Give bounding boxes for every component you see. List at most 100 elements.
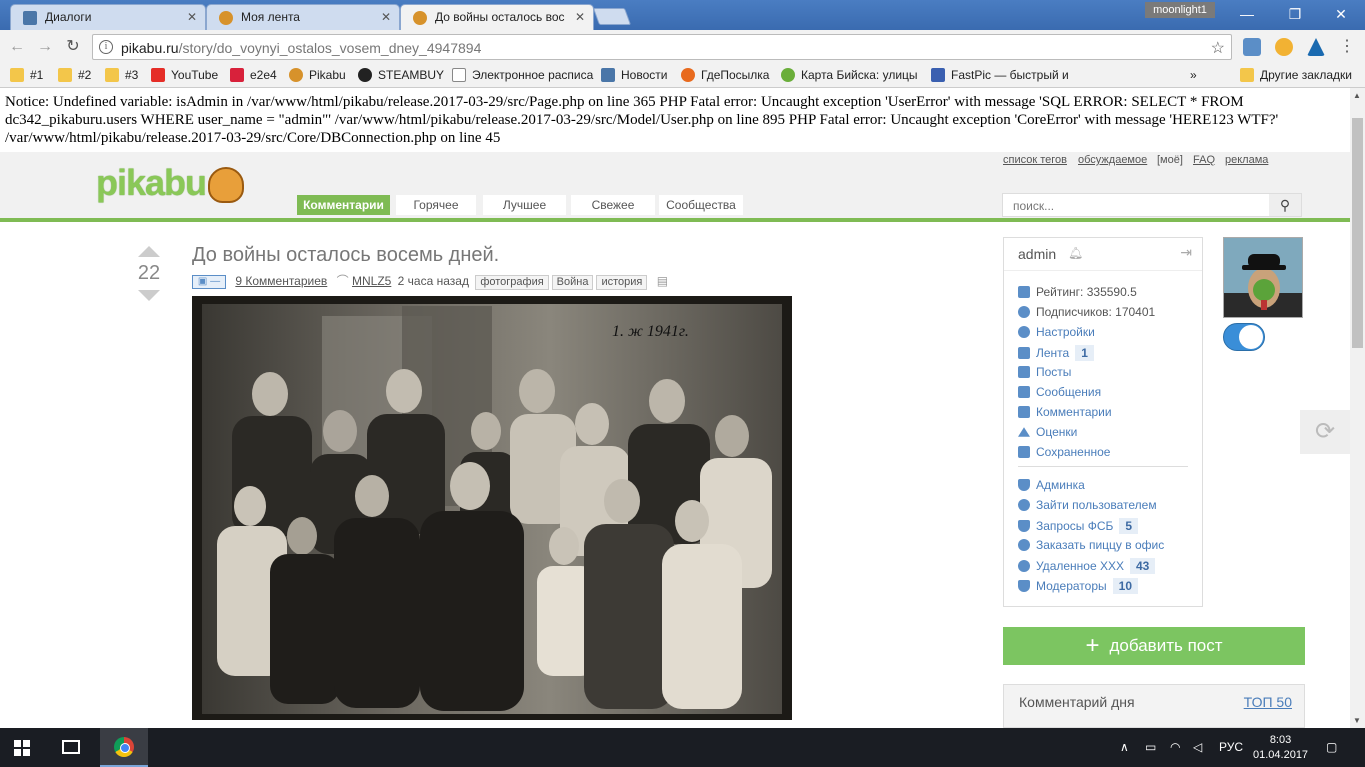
youtube-icon (151, 68, 165, 82)
tag-history[interactable]: история (596, 275, 648, 290)
task-view-icon[interactable] (62, 740, 80, 754)
volume-icon[interactable]: ◁ (1193, 740, 1202, 754)
bookmark-folder-3[interactable]: #3 (105, 68, 138, 86)
page-scrollbar[interactable]: ▲ ▼ (1350, 88, 1365, 728)
bookmark-pikabu[interactable]: Pikabu (289, 68, 346, 86)
avatar[interactable] (1223, 237, 1303, 318)
bookmarks-more-button[interactable]: » (1190, 68, 1197, 86)
link-admin[interactable]: Админка (1018, 478, 1085, 494)
notifications-icon[interactable]: ▢ (1326, 740, 1337, 754)
weather-extension-icon[interactable] (1275, 38, 1293, 56)
bookmark-youtube[interactable]: YouTube (151, 68, 218, 86)
bookmark-fastpic[interactable]: FastPic — быстрый и (931, 68, 1069, 86)
bookmark-folder-1[interactable]: #1 (10, 68, 43, 86)
tag-photo[interactable]: фотография (475, 275, 549, 290)
scroll-up-icon[interactable]: ▲ (1353, 91, 1361, 100)
clock[interactable]: 8:03 01.04.2017 (1253, 733, 1308, 763)
reload-icon[interactable]: ↻ (62, 36, 84, 58)
new-tab-button[interactable] (592, 8, 632, 25)
link-mine[interactable]: [моё] (1157, 154, 1183, 166)
tab-dialogi[interactable]: Диалоги ✕ (10, 4, 206, 30)
username[interactable]: admin (1018, 246, 1056, 262)
tab-moya-lenta[interactable]: Моя лента ✕ (206, 4, 400, 30)
avatar-image (1224, 238, 1302, 317)
profile-badge[interactable]: moonlight1 (1145, 2, 1215, 18)
link-comments[interactable]: Комментарии (1018, 405, 1112, 421)
author-icon: ⌒ (336, 274, 349, 288)
link-ads[interactable]: реклама (1225, 154, 1268, 166)
windows-start-icon[interactable] (14, 740, 30, 756)
mode-toggle[interactable] (1223, 323, 1265, 351)
close-icon[interactable]: ✕ (381, 10, 391, 24)
link-feed[interactable]: Лента 1 (1018, 345, 1094, 361)
top50-link[interactable]: ТОП 50 (1244, 694, 1292, 710)
address-bar[interactable]: i pikabu.ru/story/do_voynyi_ostalos_vose… (92, 34, 1232, 60)
site-logo[interactable]: pikabu (96, 162, 245, 204)
logout-icon[interactable]: ⇥ (1180, 244, 1192, 261)
bookmark-news[interactable]: Новости (601, 68, 667, 86)
link-settings[interactable]: Настройки (1018, 325, 1095, 341)
tab-communities[interactable]: Сообщества (659, 195, 743, 215)
extension-icon[interactable] (1307, 38, 1325, 56)
menu-icon[interactable]: ⋮ (1336, 36, 1358, 58)
forward-icon[interactable]: → (34, 36, 56, 58)
link-faq[interactable]: FAQ (1193, 154, 1215, 166)
bookmark-star-icon[interactable]: ☆ (1211, 38, 1225, 58)
back-icon[interactable]: ← (6, 36, 28, 58)
link-fsb-requests[interactable]: Запросы ФСБ 5 (1018, 518, 1139, 534)
link-deleted-xxx[interactable]: Удаленное XXX 43 (1018, 558, 1156, 574)
link-moderators[interactable]: Модераторы 10 (1018, 578, 1138, 594)
bookmark-map[interactable]: Карта Бийска: улицы (781, 68, 918, 86)
comments-link[interactable]: 9 Комментариев (235, 274, 327, 288)
mail-extension-icon[interactable] (1243, 38, 1261, 56)
bell-icon[interactable]: 🔔︎ (1068, 246, 1083, 260)
search-icon[interactable]: ⚲ (1269, 194, 1301, 216)
tab-comments[interactable]: Комментарии (297, 195, 390, 215)
tab-fresh[interactable]: Свежее (571, 195, 655, 215)
language-indicator[interactable]: РУС (1219, 740, 1243, 754)
window-close-icon[interactable]: ✕ (1326, 4, 1356, 24)
scrollbar-thumb[interactable] (1352, 118, 1363, 348)
shield-icon (1018, 580, 1030, 592)
link-order-pizza[interactable]: Заказать пиццу в офис (1018, 538, 1164, 554)
link-discussed[interactable]: обсуждаемое (1078, 154, 1147, 166)
scroll-down-icon[interactable]: ▼ (1353, 716, 1361, 725)
link-login-as-user[interactable]: Зайти пользователем (1018, 498, 1157, 514)
info-icon[interactable]: i (99, 40, 113, 54)
bookmark-e2e4[interactable]: e2e4 (230, 68, 277, 86)
plus-icon: + (1085, 632, 1100, 659)
tab-current-post[interactable]: До войны осталось вос ✕ (400, 4, 594, 31)
tray-expand-icon[interactable]: ∧ (1120, 740, 1129, 754)
photo-camera-icon: ▣ — (192, 274, 226, 289)
close-icon[interactable]: ✕ (187, 10, 197, 24)
author-link[interactable]: MNLZ5 (352, 274, 391, 288)
link-tags-list[interactable]: список тегов (1003, 154, 1067, 166)
link-ratings[interactable]: Оценки (1018, 425, 1077, 441)
other-bookmarks[interactable]: Другие закладки (1240, 68, 1352, 86)
add-post-button[interactable]: + добавить пост (1003, 627, 1305, 665)
fastpic-icon (931, 68, 945, 82)
bookmark-gdeposylka[interactable]: ГдеПосылка (681, 68, 769, 86)
search-input[interactable]: поиск... ⚲ (1002, 193, 1302, 217)
chrome-taskbar-button[interactable] (100, 728, 148, 767)
post-title[interactable]: До войны осталось восемь дней. (192, 244, 499, 267)
bookmark-schedule[interactable]: Электронное расписа (452, 68, 593, 86)
maximize-icon[interactable]: ❐ (1280, 4, 1310, 24)
link-posts[interactable]: Посты (1018, 365, 1071, 381)
battery-icon[interactable]: ▭ (1145, 740, 1156, 754)
vote-up-icon[interactable] (138, 246, 160, 257)
vote-down-icon[interactable] (138, 290, 160, 301)
bookmark-steambuy[interactable]: STEAMBUY (358, 68, 444, 86)
link-messages[interactable]: Сообщения (1018, 385, 1101, 401)
link-saved[interactable]: Сохраненное (1018, 445, 1110, 461)
refresh-icon[interactable]: ⟳ (1300, 410, 1350, 454)
tag-war[interactable]: Война (551, 275, 594, 290)
close-icon[interactable]: ✕ (575, 10, 585, 24)
wifi-icon[interactable]: ◠ (1170, 740, 1180, 754)
tab-best[interactable]: Лучшее (483, 195, 566, 215)
tab-hot[interactable]: Горячее (396, 195, 476, 215)
minimize-icon[interactable]: — (1232, 4, 1262, 24)
bookmark-folder-2[interactable]: #2 (58, 68, 91, 86)
clock-date: 01.04.2017 (1253, 749, 1309, 761)
save-post-icon[interactable]: ▤ (657, 274, 668, 288)
